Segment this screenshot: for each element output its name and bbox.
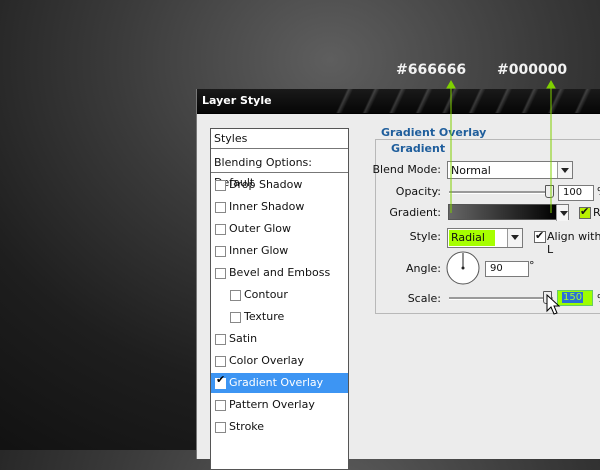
check-icon: ✔ bbox=[216, 373, 226, 386]
chevron-down-icon bbox=[556, 205, 568, 221]
blend-mode-label: Blend Mode: bbox=[372, 163, 442, 176]
check-icon: ✔ bbox=[580, 205, 590, 218]
style-item-inner-glow[interactable]: Inner Glow bbox=[211, 241, 348, 261]
style-item-checkbox[interactable] bbox=[215, 268, 226, 279]
style-item-label: Texture bbox=[244, 310, 285, 323]
angle-label: Angle: bbox=[405, 262, 441, 275]
style-item-checkbox[interactable]: ✔ bbox=[215, 374, 226, 389]
style-item-checkbox[interactable] bbox=[230, 312, 241, 323]
style-item-gradient-overlay[interactable]: ✔ Gradient Overlay bbox=[211, 373, 348, 393]
styles-list: Styles Blending Options: Default Drop Sh… bbox=[210, 128, 349, 470]
blend-mode-value: Normal bbox=[451, 164, 491, 177]
style-item-inner-shadow[interactable]: Inner Shadow bbox=[211, 197, 348, 217]
style-item-outer-glow[interactable]: Outer Glow bbox=[211, 219, 348, 239]
style-item-contour[interactable]: Contour bbox=[211, 285, 348, 305]
group-title-gradient: Gradient bbox=[388, 142, 449, 155]
scale-input[interactable]: 150 bbox=[557, 290, 593, 306]
align-with-layer-checkbox[interactable]: ✔ bbox=[534, 229, 546, 243]
style-item-checkbox[interactable] bbox=[215, 334, 226, 345]
style-item-label: Stroke bbox=[229, 420, 265, 433]
annotation-color-000000: #000000 bbox=[497, 62, 568, 78]
section-title-gradient-overlay: Gradient Overlay bbox=[378, 126, 490, 139]
gradient-label: Gradient: bbox=[389, 206, 441, 219]
style-item-label: Inner Glow bbox=[229, 244, 289, 257]
style-item-texture[interactable]: Texture bbox=[211, 307, 348, 327]
titlebar-decoration bbox=[327, 89, 600, 113]
angle-degree-symbol: ° bbox=[529, 259, 535, 272]
style-item-checkbox[interactable] bbox=[215, 422, 226, 433]
dialog-title: Layer Style bbox=[202, 94, 272, 107]
gradient-style-value: Radial bbox=[449, 230, 495, 246]
style-item-checkbox[interactable] bbox=[215, 202, 226, 213]
style-item-pattern-overlay[interactable]: Pattern Overlay bbox=[211, 395, 348, 415]
style-item-bevel-and-emboss[interactable]: Bevel and Emboss bbox=[211, 263, 348, 283]
style-item-label: Contour bbox=[244, 288, 288, 301]
mouse-cursor-icon bbox=[546, 294, 561, 315]
align-with-layer-label: Align with L bbox=[547, 230, 600, 256]
style-item-checkbox[interactable] bbox=[230, 290, 241, 301]
opacity-slider-thumb[interactable] bbox=[545, 185, 554, 198]
style-item-color-overlay[interactable]: Color Overlay bbox=[211, 351, 348, 371]
angle-input[interactable]: 90 bbox=[485, 261, 529, 277]
style-item-label: Outer Glow bbox=[229, 222, 292, 235]
opacity-input[interactable]: 100 bbox=[558, 185, 594, 201]
gradient-style-select[interactable]: Radial bbox=[447, 228, 523, 248]
style-item-satin[interactable]: Satin bbox=[211, 329, 348, 349]
style-item-drop-shadow[interactable]: Drop Shadow bbox=[211, 175, 348, 195]
scale-slider[interactable] bbox=[449, 297, 553, 300]
reverse-checkbox[interactable]: ✔ bbox=[579, 205, 591, 219]
annotation-color-666666: #666666 bbox=[396, 62, 467, 78]
scale-value-selected: 150 bbox=[562, 292, 584, 303]
blending-options-item[interactable]: Blending Options: Default bbox=[211, 153, 348, 189]
style-item-label: Drop Shadow bbox=[229, 178, 303, 191]
style-item-checkbox[interactable] bbox=[215, 224, 226, 235]
chevron-down-icon bbox=[507, 229, 522, 247]
style-item-label: Satin bbox=[229, 332, 258, 345]
chevron-down-icon bbox=[557, 162, 572, 178]
opacity-label: Opacity: bbox=[395, 185, 441, 198]
style-item-checkbox[interactable] bbox=[215, 400, 226, 411]
blend-mode-select[interactable]: Normal bbox=[447, 161, 573, 179]
gradient-preview[interactable] bbox=[448, 204, 558, 220]
style-item-checkbox[interactable] bbox=[215, 356, 226, 367]
style-item-checkbox[interactable] bbox=[215, 246, 226, 257]
layer-style-dialog: Layer Style Styles Blending Options: Def… bbox=[196, 89, 600, 470]
dialog-titlebar: Layer Style bbox=[197, 89, 600, 114]
style-item-checkbox[interactable] bbox=[215, 180, 226, 191]
angle-dial[interactable] bbox=[445, 250, 481, 286]
style-item-stroke[interactable]: Stroke bbox=[211, 417, 348, 437]
scale-label: Scale: bbox=[407, 292, 441, 305]
style-item-label: Color Overlay bbox=[229, 354, 304, 367]
style-item-label: Bevel and Emboss bbox=[229, 266, 331, 279]
opacity-slider[interactable] bbox=[449, 191, 551, 194]
style-item-label: Gradient Overlay bbox=[229, 376, 324, 389]
check-icon: ✔ bbox=[535, 229, 545, 242]
style-item-label: Inner Shadow bbox=[229, 200, 305, 213]
styles-header[interactable]: Styles bbox=[211, 129, 348, 149]
gradient-picker-button[interactable] bbox=[556, 204, 569, 221]
style-label: Style: bbox=[409, 230, 441, 243]
reverse-label: Re bbox=[593, 206, 600, 219]
style-item-label: Pattern Overlay bbox=[229, 398, 315, 411]
